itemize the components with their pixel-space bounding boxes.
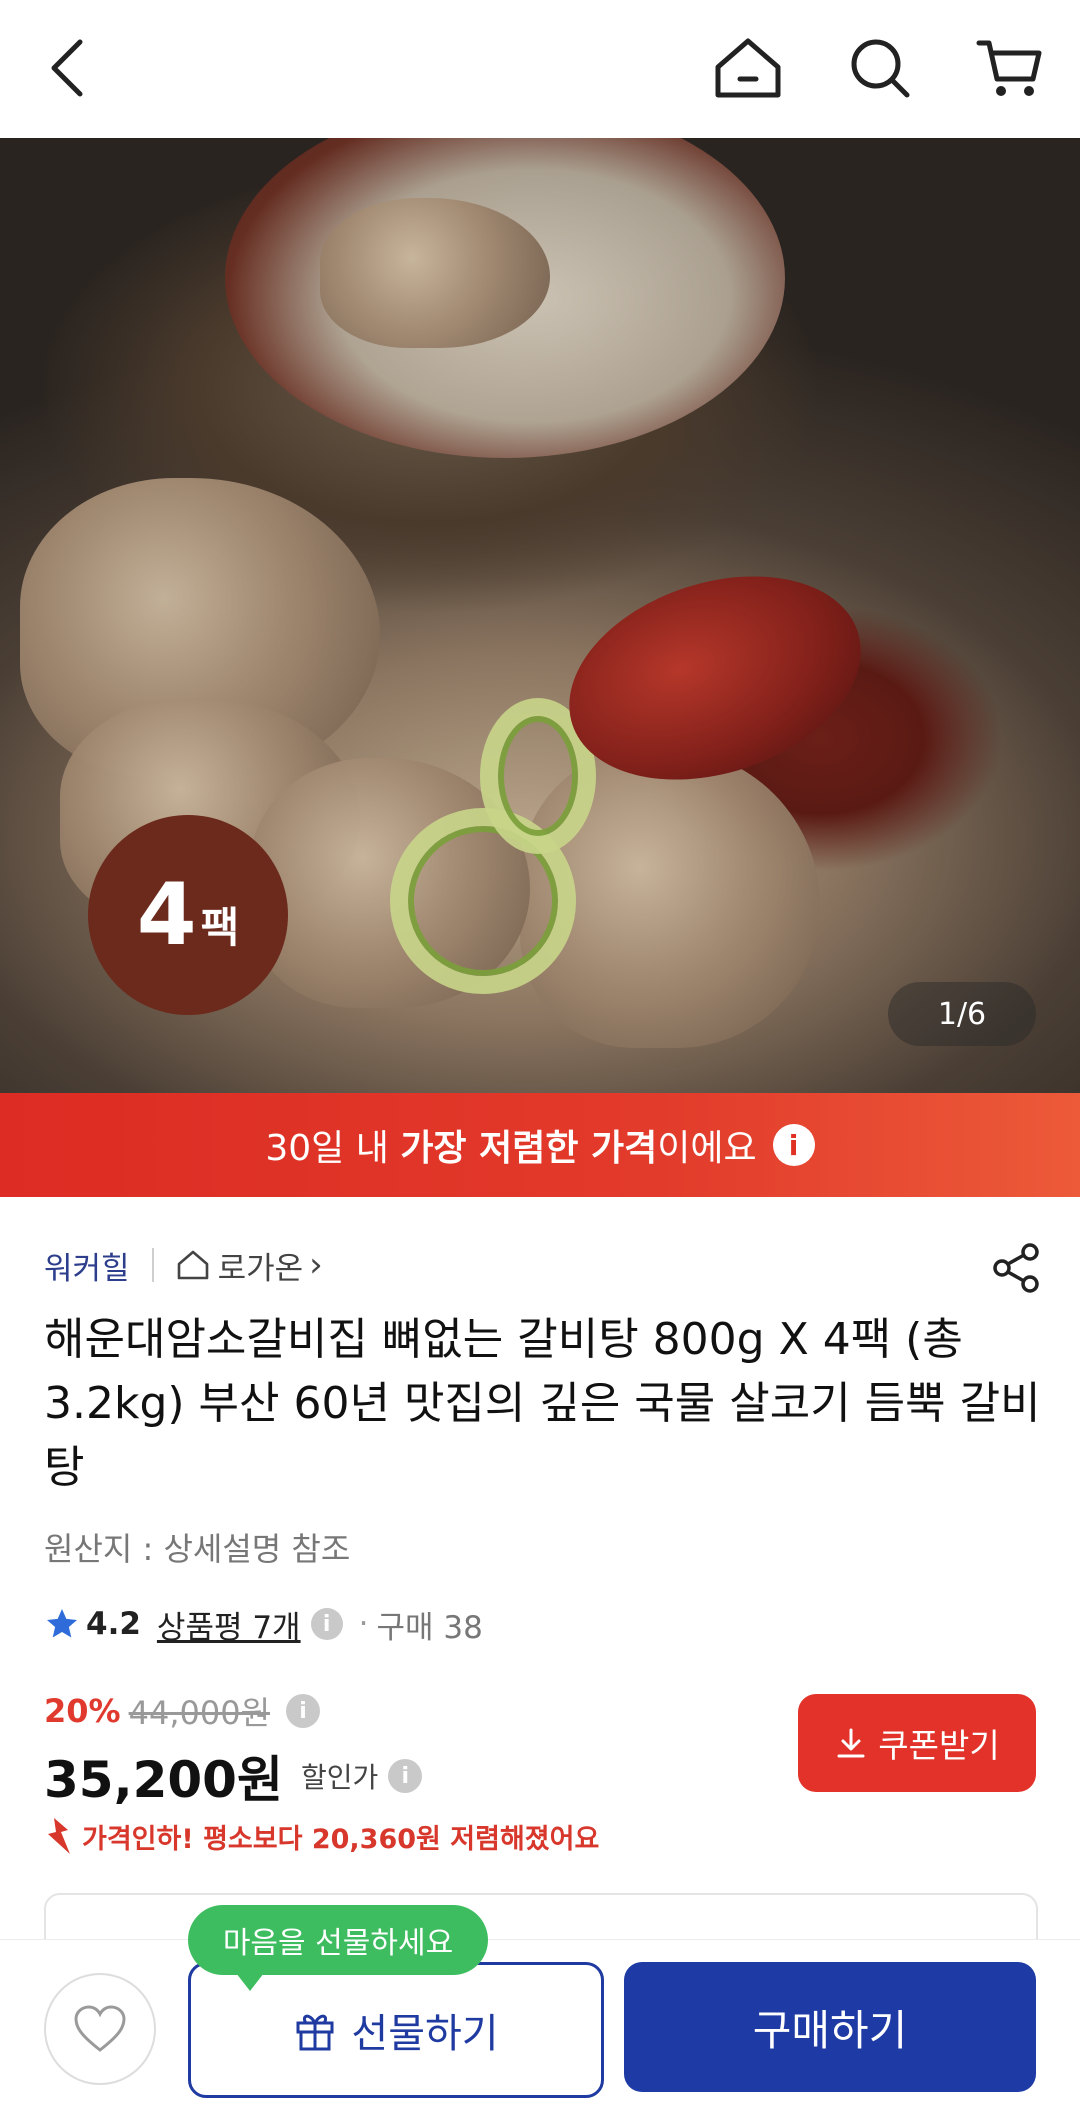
download-icon bbox=[837, 1728, 865, 1758]
share-button[interactable] bbox=[988, 1240, 1044, 1296]
discount-percent: 20% bbox=[44, 1692, 121, 1730]
wishlist-button[interactable] bbox=[44, 1973, 156, 2085]
buy-button[interactable]: 구매하기 bbox=[624, 1962, 1036, 2092]
cart-icon bbox=[976, 40, 1042, 96]
rating-score: 4.2 bbox=[86, 1606, 141, 1642]
purchase-count: 구매 38 bbox=[376, 1609, 483, 1646]
divider bbox=[151, 1248, 154, 1282]
coupon-label: 쿠폰받기 bbox=[878, 1726, 1000, 1765]
product-image-carousel[interactable]: 4 팩 1/6 bbox=[0, 138, 1080, 1093]
search-button[interactable] bbox=[840, 28, 920, 108]
banner-text-prefix: 30일 내 bbox=[265, 1128, 401, 1169]
product-origin: 원산지 : 상세설명 참조 bbox=[44, 1530, 351, 1568]
heart-icon bbox=[74, 2005, 126, 2052]
banner-text-bold: 가장 저렴한 가격 bbox=[400, 1128, 658, 1169]
pack-count-badge: 4 팩 bbox=[88, 815, 288, 1015]
brand-link[interactable]: 워커힐 bbox=[44, 1243, 130, 1288]
pack-unit: 팩 bbox=[200, 902, 240, 952]
gift-tooltip: 마음을 선물하세요 bbox=[188, 1905, 488, 1991]
lowest-price-banner[interactable]: 30일 내 가장 저렴한 가격 이에요 i bbox=[0, 1093, 1080, 1197]
info-icon[interactable]: i bbox=[310, 1608, 343, 1640]
image-counter: 1/6 bbox=[888, 982, 1036, 1046]
rating-line: 4.2 상품평 7개 i · 구매 38 bbox=[44, 1596, 483, 1652]
store-name: 로가온 bbox=[217, 1250, 304, 1287]
price-drop-text: 가격인하! 평소보다 20,360원 저렴해졌어요 bbox=[82, 1823, 600, 1855]
star-icon bbox=[47, 1609, 77, 1638]
gift-icon bbox=[296, 2014, 334, 2051]
seller-line: 워커힐 로가온 › bbox=[44, 1237, 323, 1293]
coupon-button[interactable]: 쿠폰받기 bbox=[798, 1694, 1036, 1792]
search-icon bbox=[851, 39, 910, 98]
home-icon bbox=[715, 38, 781, 98]
banner-text-suffix: 이에요 bbox=[657, 1128, 757, 1169]
original-price: 44,000원 bbox=[128, 1694, 271, 1732]
chevron-right-icon: › bbox=[309, 1245, 323, 1285]
cart-button[interactable] bbox=[970, 28, 1050, 108]
home-button[interactable] bbox=[708, 28, 788, 108]
final-price-label: 할인가 bbox=[300, 1761, 379, 1794]
back-button[interactable] bbox=[28, 28, 108, 108]
discount-line: 20% 44,000원 i bbox=[44, 1686, 321, 1736]
info-icon[interactable]: i bbox=[388, 1759, 423, 1793]
info-icon[interactable]: i bbox=[286, 1694, 321, 1728]
product-title: 해운대암소갈비집 뼈없는 갈비탕 800g X 4팩 (총 3.2kg) 부산 … bbox=[44, 1314, 1041, 1493]
price-down-arrow-icon bbox=[48, 1818, 70, 1854]
info-icon[interactable]: i bbox=[772, 1124, 815, 1166]
chevron-left-icon bbox=[51, 39, 83, 97]
store-home-icon bbox=[177, 1250, 208, 1280]
top-navigation-bar bbox=[0, 0, 1080, 138]
price-drop-message: 가격인하! 평소보다 20,360원 저렴해졌어요 bbox=[44, 1812, 599, 1860]
review-count-link[interactable]: 상품평 7개 bbox=[157, 1602, 301, 1647]
pack-number: 4 bbox=[136, 865, 197, 965]
separator-dot: · bbox=[358, 1606, 369, 1642]
final-price-line: 35,200원 할인가 i bbox=[44, 1740, 423, 1812]
share-icon bbox=[993, 1243, 1039, 1293]
store-link[interactable]: 로가온 › bbox=[176, 1243, 323, 1288]
final-price: 35,200원 bbox=[44, 1751, 283, 1809]
gift-label: 선물하기 bbox=[351, 2011, 499, 2057]
